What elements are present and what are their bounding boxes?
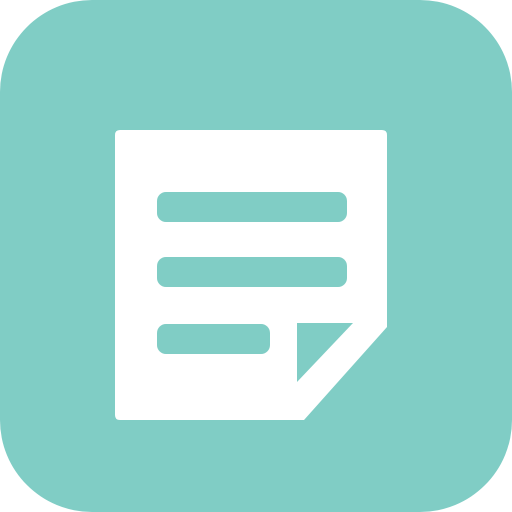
document-text-line: [157, 324, 270, 354]
document-text-line: [157, 192, 347, 222]
app-icon-canvas: [0, 0, 512, 512]
notes-app-icon[interactable]: [0, 0, 512, 512]
document-text-line: [157, 257, 347, 287]
